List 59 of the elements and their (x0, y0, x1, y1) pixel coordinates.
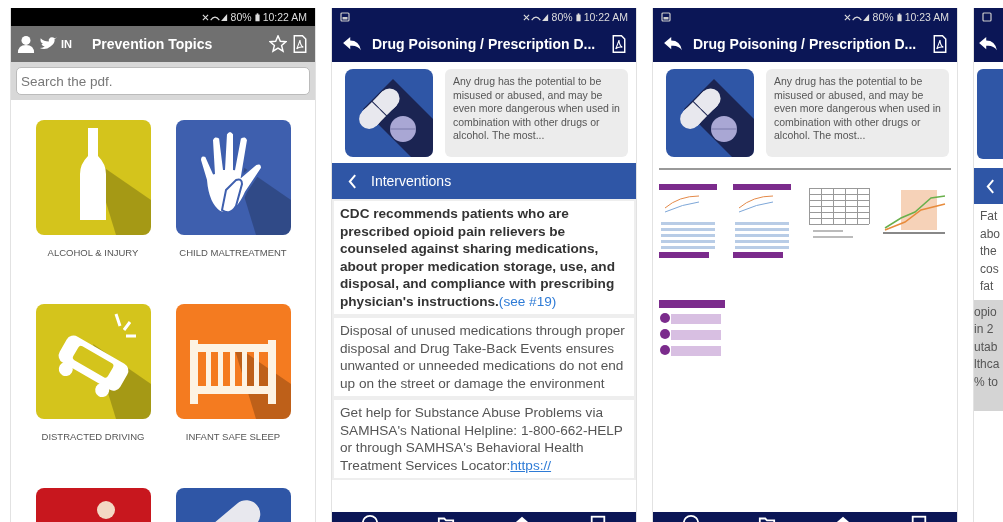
clock-time: 10:22 AM (583, 11, 628, 23)
chevron-left-icon (986, 178, 995, 194)
battery-icon (896, 12, 902, 22)
chevron-left-icon (348, 173, 357, 189)
text-fragment: fat (980, 278, 995, 295)
battery-level: 80% (872, 11, 894, 23)
crib-tile[interactable] (175, 304, 291, 419)
pill-icon (345, 69, 433, 157)
text-fragment: abo (980, 225, 1002, 243)
image-icon (340, 12, 350, 22)
text-fragment: opio (974, 303, 998, 321)
screen-title: Drug Poisoning / Prescription D... (372, 36, 597, 52)
pill-icon (666, 69, 754, 157)
pdf-icon[interactable] (931, 35, 949, 53)
clock-time: 10:23 AM (904, 11, 949, 23)
search-field[interactable]: Search the pdf. (16, 67, 310, 95)
text-fragment: cos (980, 260, 1000, 278)
battery-icon (254, 12, 260, 22)
intervention-card: CDC recommends patients who are prescribed opioid pain relievers be counseled against sharing medications, about proper medication storage, use, and disposal, and compliance with prescribing physician's instructions.(see #19) (334, 201, 634, 314)
intervention-card: Disposal of unused medications through proper disposal and Drug Take-Back Events ensures unwanted or unneeded medications do not end up on the street or damage the environment (334, 318, 634, 396)
battery-level: 80% (551, 11, 573, 23)
topic-label: ALCOHOL & INJURY (47, 247, 139, 258)
battery-icon (575, 12, 581, 22)
star-icon[interactable] (269, 35, 287, 53)
intervention-card: Get help for Substance Abuse Problems via SAMHSA's National Helpline: 1-800-662-HELP or through SAMHSA's Behavioral Health Treatment Services Locator:https:// (334, 400, 634, 478)
text-fragment: the (980, 243, 998, 260)
logo-text: IN (61, 38, 72, 50)
car-tile[interactable] (35, 304, 151, 419)
text-fragment: in 2 (974, 321, 995, 338)
topic-summary: Any drug has the potential to be misused or abused, and may be even more dangerous when used in combination with other drugs or alcohol. The most... (766, 69, 949, 157)
image-icon (982, 12, 992, 22)
clock-time: 10:22 AM (262, 11, 307, 23)
text-fragment: lthca (974, 356, 1001, 373)
text-fragment: utab (974, 338, 999, 356)
text-fragment: % to (974, 373, 999, 391)
signal-icon (843, 12, 870, 22)
signal-icon (522, 12, 549, 22)
topic-label: INFANT SAFE SLEEP (185, 431, 281, 442)
section-header[interactable]: Interventions (332, 163, 636, 199)
pdf-icon[interactable] (610, 35, 628, 53)
topic-label: DISTRACTED DRIVING (41, 431, 145, 442)
link[interactable]: (see #19) (498, 293, 557, 309)
back-arrow-icon[interactable] (978, 36, 998, 52)
back-arrow-icon[interactable] (663, 36, 683, 52)
image-icon (661, 12, 671, 22)
hand-tile[interactable] (175, 120, 291, 235)
text-fragment: Fat (980, 208, 999, 225)
screen-title: Prevention Topics (92, 36, 214, 52)
battery-level: 80% (230, 11, 252, 23)
link[interactable]: https:// (510, 457, 552, 473)
person-icon[interactable] (17, 35, 35, 53)
section-title: Interventions (371, 173, 452, 189)
screen-title: Drug Poisoning / Prescription D... (693, 36, 918, 52)
bottle-tile[interactable] (35, 120, 151, 235)
topic-label: CHILD MALTREATMENT (179, 247, 287, 258)
back-arrow-icon[interactable] (342, 36, 362, 52)
topic-summary: Any drug has the potential to be misused or abused, and may be even more dangerous when used in combination with other drugs or alcohol. The most... (445, 69, 628, 157)
section-header[interactable] (974, 168, 1003, 204)
signal-icon (201, 12, 228, 22)
